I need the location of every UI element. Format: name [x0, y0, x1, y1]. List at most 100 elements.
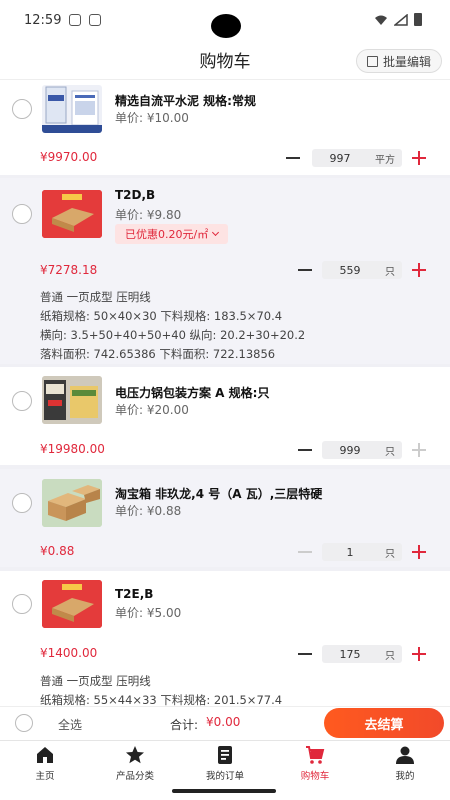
batch-edit-button[interactable]: 批量编辑: [355, 49, 442, 73]
orders-icon: [218, 746, 232, 764]
decrease-button[interactable]: [298, 551, 312, 553]
product-name[interactable]: 淘宝箱 非玖龙,4 号（A 瓦）,三层特硬: [115, 485, 322, 502]
select-all-label[interactable]: 全选: [58, 716, 82, 733]
quantity-stepper[interactable]: 999 只: [322, 441, 402, 459]
quantity-unit: 平方: [375, 154, 395, 166]
unit-price: 单价: ¥20.00: [115, 403, 189, 417]
cart-item: 精选自流平水泥 规格:常规 单价: ¥10.00 ¥9970.00 997 平方: [0, 80, 450, 175]
spec-line: 纸箱规格: 50×40×30 下料规格: 183.5×70.4: [40, 309, 283, 323]
screen-icon: [89, 14, 102, 26]
quantity-value[interactable]: 1: [322, 546, 378, 559]
wifi-icon: [375, 15, 387, 25]
quantity-stepper[interactable]: 997 平方: [312, 149, 402, 167]
quantity-stepper[interactable]: 175 只: [322, 645, 402, 663]
signal-icon: [394, 13, 408, 26]
tab-label: 我的: [395, 771, 415, 782]
increase-button[interactable]: [412, 151, 426, 165]
batch-edit-label: 批量编辑: [382, 54, 431, 69]
checkout-bar: 全选 合计: ¥0.00 去结算: [0, 706, 450, 740]
battery-icon: [414, 13, 422, 26]
quantity-unit: 只: [385, 548, 395, 560]
tab-label: 主页: [35, 771, 55, 782]
quantity-unit: 只: [385, 266, 395, 278]
home-indicator[interactable]: [172, 789, 276, 793]
shield-icon: [69, 14, 82, 26]
spec-line: 纸箱规格: 55×44×33 下料规格: 201.5×77.4: [40, 693, 283, 706]
star-icon: [126, 746, 144, 764]
cart-item: T2E,B 单价: ¥5.00 ¥1400.00 175 只 普通 一页成型 压…: [0, 571, 450, 706]
spec-line: 落料面积: 742.65386 下料面积: 722.13856: [40, 347, 276, 361]
item-subtotal: ¥0.88: [40, 544, 75, 558]
tab-profile[interactable]: 我的: [360, 745, 450, 782]
product-image[interactable]: [42, 479, 102, 527]
spec-details: 普通 一页成型 压明线 纸箱规格: 50×40×30 下料规格: 183.5×7…: [40, 288, 305, 364]
quantity-value[interactable]: 997: [312, 152, 368, 165]
product-image[interactable]: [42, 376, 102, 424]
total-label: 合计:: [170, 718, 199, 732]
item-select-radio[interactable]: [12, 99, 32, 119]
product-name[interactable]: 电压力锅包装方案 A 规格:只: [115, 384, 269, 401]
decrease-button[interactable]: [286, 157, 300, 159]
page-header: 购物车 批量编辑: [0, 40, 450, 80]
increase-button[interactable]: [412, 443, 426, 457]
tab-label: 产品分类: [115, 771, 154, 782]
tab-orders[interactable]: 我的订单: [180, 745, 270, 782]
unit-price: 单价: ¥10.00: [115, 111, 189, 125]
item-select-radio[interactable]: [12, 493, 32, 513]
person-icon: [396, 746, 414, 764]
select-all-radio[interactable]: [15, 714, 33, 732]
increase-button[interactable]: [412, 263, 426, 277]
spec-line: 横向: 3.5+50+40+50+40 纵向: 20.2+30+20.2: [40, 328, 306, 342]
product-name[interactable]: 精选自流平水泥 规格:常规: [115, 92, 256, 109]
product-image[interactable]: [42, 580, 102, 628]
item-select-radio[interactable]: [12, 594, 32, 614]
spec-details: 普通 一页成型 压明线 纸箱规格: 55×44×33 下料规格: 201.5×7…: [40, 672, 282, 706]
status-time: 12:59: [24, 12, 62, 28]
discount-badge[interactable]: 已优惠0.20元/㎡: [115, 224, 229, 244]
decrease-button[interactable]: [298, 269, 312, 271]
camera-notch: [211, 14, 241, 38]
increase-button[interactable]: [412, 647, 426, 661]
spec-line: 普通 一页成型 压明线: [40, 290, 151, 304]
product-image[interactable]: [42, 190, 102, 238]
unit-price: 单价: ¥9.80: [115, 208, 182, 222]
tab-cart[interactable]: 购物车: [270, 745, 360, 782]
checkout-button[interactable]: 去结算: [324, 708, 444, 738]
item-select-radio[interactable]: [12, 204, 32, 224]
quantity-unit: 只: [385, 650, 395, 662]
item-subtotal: ¥9970.00: [40, 150, 98, 164]
decrease-button[interactable]: [298, 653, 312, 655]
cart-item: T2D,B 单价: ¥9.80 已优惠0.20元/㎡ ¥7278.18 559 …: [0, 178, 450, 364]
home-icon: [37, 747, 53, 763]
product-name[interactable]: T2D,B: [115, 188, 155, 202]
cart-list[interactable]: 精选自流平水泥 规格:常规 单价: ¥10.00 ¥9970.00 997 平方…: [0, 80, 450, 706]
item-subtotal: ¥19980.00: [40, 442, 105, 456]
quantity-unit: 只: [385, 446, 395, 458]
tab-label: 购物车: [300, 771, 330, 782]
quantity-stepper[interactable]: 1 只: [322, 543, 402, 561]
spec-line: 普通 一页成型 压明线: [40, 674, 151, 688]
edit-icon: [366, 55, 378, 67]
quantity-stepper[interactable]: 559 只: [322, 261, 402, 279]
increase-button[interactable]: [412, 545, 426, 559]
quantity-value[interactable]: 999: [322, 444, 378, 457]
unit-price: 单价: ¥0.88: [115, 504, 182, 518]
decrease-button[interactable]: [298, 449, 312, 451]
status-icons: [374, 13, 422, 26]
tab-categories[interactable]: 产品分类: [90, 745, 180, 782]
page-title: 购物车: [199, 52, 251, 72]
quantity-value[interactable]: 559: [322, 264, 378, 277]
tab-home[interactable]: 主页: [0, 745, 90, 782]
item-subtotal: ¥7278.18: [40, 263, 98, 277]
discount-label: 已优惠0.20元/㎡: [125, 228, 209, 241]
tab-label: 我的订单: [205, 771, 244, 782]
item-select-radio[interactable]: [12, 391, 32, 411]
cart-item: 电压力锅包装方案 A 规格:只 单价: ¥20.00 ¥19980.00 999…: [0, 367, 450, 465]
cart-icon: [306, 746, 325, 764]
item-subtotal: ¥1400.00: [40, 646, 98, 660]
product-name[interactable]: T2E,B: [115, 587, 153, 601]
product-image[interactable]: [42, 85, 102, 133]
cart-item: 淘宝箱 非玖龙,4 号（A 瓦）,三层特硬 单价: ¥0.88 ¥0.88 1 …: [0, 469, 450, 567]
quantity-value[interactable]: 175: [322, 648, 378, 661]
total-value: ¥0.00: [206, 715, 241, 729]
